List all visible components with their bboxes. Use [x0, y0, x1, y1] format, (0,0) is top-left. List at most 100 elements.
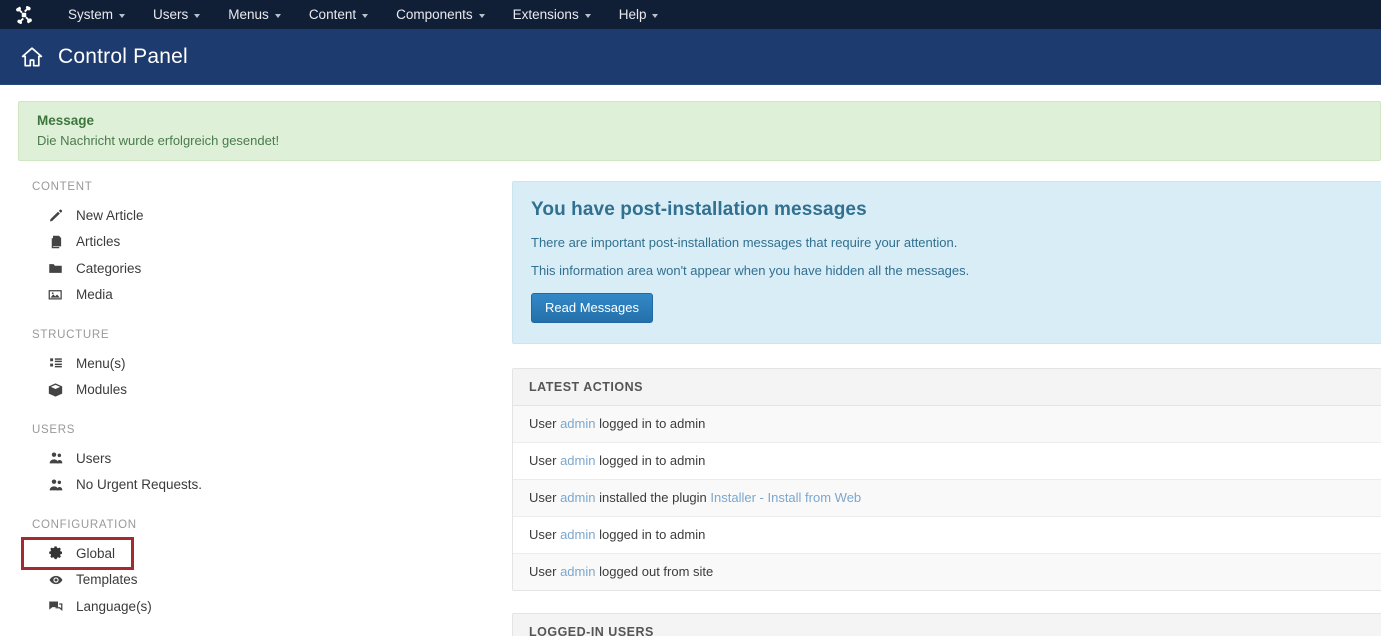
joomla-logo-icon[interactable] — [14, 5, 34, 25]
user-link[interactable]: admin — [560, 453, 595, 468]
user-link[interactable]: admin — [560, 564, 595, 579]
sidebar-item-menus[interactable]: Menu(s) — [32, 350, 512, 377]
top-menu: System Users Menus Content Components Ex… — [54, 0, 672, 29]
sidebar-heading-content: CONTENT — [32, 181, 512, 193]
row-text-pre: User — [529, 453, 560, 468]
menu-item-help[interactable]: Help — [605, 0, 673, 29]
page-title: Control Panel — [58, 45, 188, 69]
sidebar-group-configuration: CONFIGURATION Global — [32, 519, 512, 620]
latest-actions-card: LATEST ACTIONS User admin logged in to a… — [512, 368, 1381, 591]
row-text-pre: User — [529, 564, 560, 579]
row-text-mid: logged out from site — [595, 564, 713, 579]
home-icon — [20, 45, 44, 69]
table-row: User admin logged in to admin — [513, 406, 1381, 443]
sidebar-item-global[interactable]: Global — [24, 540, 131, 567]
sidebar-item-users[interactable]: Users — [32, 445, 512, 472]
menu-item-components[interactable]: Components — [382, 0, 499, 29]
copy-icon — [46, 233, 65, 250]
info-panel-title: You have post-installation messages — [531, 199, 1361, 221]
logged-in-users-header: LOGGED-IN USERS — [513, 614, 1381, 636]
menu-item-content-label: Content — [309, 7, 356, 22]
sidebar-heading-structure: STRUCTURE — [32, 329, 512, 341]
alert-container: Message Die Nachricht wurde erfolgreich … — [0, 85, 1381, 161]
sidebar-heading-configuration: CONFIGURATION — [32, 519, 512, 531]
menu-item-components-label: Components — [396, 7, 473, 22]
sidebar-item-categories-label: Categories — [76, 261, 141, 276]
row-text-pre: User — [529, 490, 560, 505]
alert-message-text: Die Nachricht wurde erfolgreich gesendet… — [37, 133, 1366, 148]
chevron-down-icon — [652, 14, 658, 18]
sidebar-item-new-article[interactable]: New Article — [32, 202, 512, 229]
menu-item-extensions-label: Extensions — [513, 7, 579, 22]
chevron-down-icon — [479, 14, 485, 18]
content-area: You have post-installation messages Ther… — [512, 181, 1381, 636]
user-link[interactable]: admin — [560, 490, 595, 505]
menu-item-content[interactable]: Content — [295, 0, 382, 29]
menu-item-menus[interactable]: Menus — [214, 0, 295, 29]
menu-item-help-label: Help — [619, 7, 647, 22]
row-text-pre: User — [529, 527, 560, 542]
menu-item-system-label: System — [68, 7, 113, 22]
top-navigation-bar: System Users Menus Content Components Ex… — [0, 0, 1381, 29]
sidebar-item-categories[interactable]: Categories — [32, 255, 512, 282]
sidebar-item-modules[interactable]: Modules — [32, 377, 512, 404]
logged-in-users-card: LOGGED-IN USERS — [512, 613, 1381, 636]
chevron-down-icon — [194, 14, 200, 18]
folder-icon — [46, 260, 65, 277]
page-header-bar: Control Panel — [0, 29, 1381, 85]
sidebar-item-users-label: Users — [76, 451, 111, 466]
comment-icon — [46, 598, 65, 615]
row-text-mid: logged in to admin — [595, 527, 705, 542]
chevron-down-icon — [275, 14, 281, 18]
chevron-down-icon — [119, 14, 125, 18]
pencil-icon — [46, 207, 65, 224]
sidebar-item-media[interactable]: Media — [32, 282, 512, 309]
sidebar-item-new-article-label: New Article — [76, 208, 144, 223]
sidebar-item-templates-label: Templates — [76, 572, 138, 587]
post-installation-messages-panel: You have post-installation messages Ther… — [512, 181, 1381, 344]
row-text-mid: logged in to admin — [595, 416, 705, 431]
sidebar: CONTENT New Article Articles — [0, 181, 512, 636]
sidebar-item-no-urgent-requests[interactable]: No Urgent Requests. — [32, 472, 512, 499]
read-messages-button[interactable]: Read Messages — [531, 293, 653, 323]
users-icon — [46, 476, 65, 493]
image-icon — [46, 286, 65, 303]
sidebar-item-templates[interactable]: Templates — [32, 567, 512, 594]
info-panel-line-1: There are important post-installation me… — [531, 235, 1361, 250]
user-link[interactable]: admin — [560, 416, 595, 431]
eye-icon — [46, 571, 65, 588]
menu-item-menus-label: Menus — [228, 7, 269, 22]
users-icon — [46, 450, 65, 467]
chevron-down-icon — [362, 14, 368, 18]
plugin-link[interactable]: Installer - Install from Web — [710, 490, 861, 505]
page-body: Message Die Nachricht wurde erfolgreich … — [0, 85, 1381, 636]
sidebar-item-languages[interactable]: Language(s) — [32, 593, 512, 620]
sidebar-item-articles[interactable]: Articles — [32, 229, 512, 256]
row-text-mid: logged in to admin — [595, 453, 705, 468]
sidebar-group-content: CONTENT New Article Articles — [32, 181, 512, 308]
menu-item-system[interactable]: System — [54, 0, 139, 29]
sidebar-heading-users: USERS — [32, 424, 512, 436]
sidebar-item-menus-label: Menu(s) — [76, 356, 126, 371]
row-text-pre: User — [529, 416, 560, 431]
table-row: User admin installed the plugin Installe… — [513, 480, 1381, 517]
sidebar-item-modules-label: Modules — [76, 382, 127, 397]
sidebar-item-articles-label: Articles — [76, 234, 120, 249]
sidebar-group-users: USERS Users — [32, 424, 512, 498]
chevron-down-icon — [585, 14, 591, 18]
menu-item-extensions[interactable]: Extensions — [499, 0, 605, 29]
main-layout: CONTENT New Article Articles — [0, 161, 1381, 636]
user-link[interactable]: admin — [560, 527, 595, 542]
table-row: User admin logged in to admin — [513, 517, 1381, 554]
row-text-mid: installed the plugin — [595, 490, 710, 505]
sidebar-item-no-urgent-requests-label: No Urgent Requests. — [76, 477, 202, 492]
sidebar-item-media-label: Media — [76, 287, 113, 302]
menu-item-users[interactable]: Users — [139, 0, 214, 29]
message-alert: Message Die Nachricht wurde erfolgreich … — [18, 101, 1381, 161]
table-row: User admin logged out from site — [513, 554, 1381, 590]
sidebar-item-global-label: Global — [76, 546, 115, 561]
cube-icon — [46, 381, 65, 398]
gear-icon — [46, 545, 65, 562]
info-panel-line-2: This information area won't appear when … — [531, 263, 1361, 278]
table-row: User admin logged in to admin — [513, 443, 1381, 480]
